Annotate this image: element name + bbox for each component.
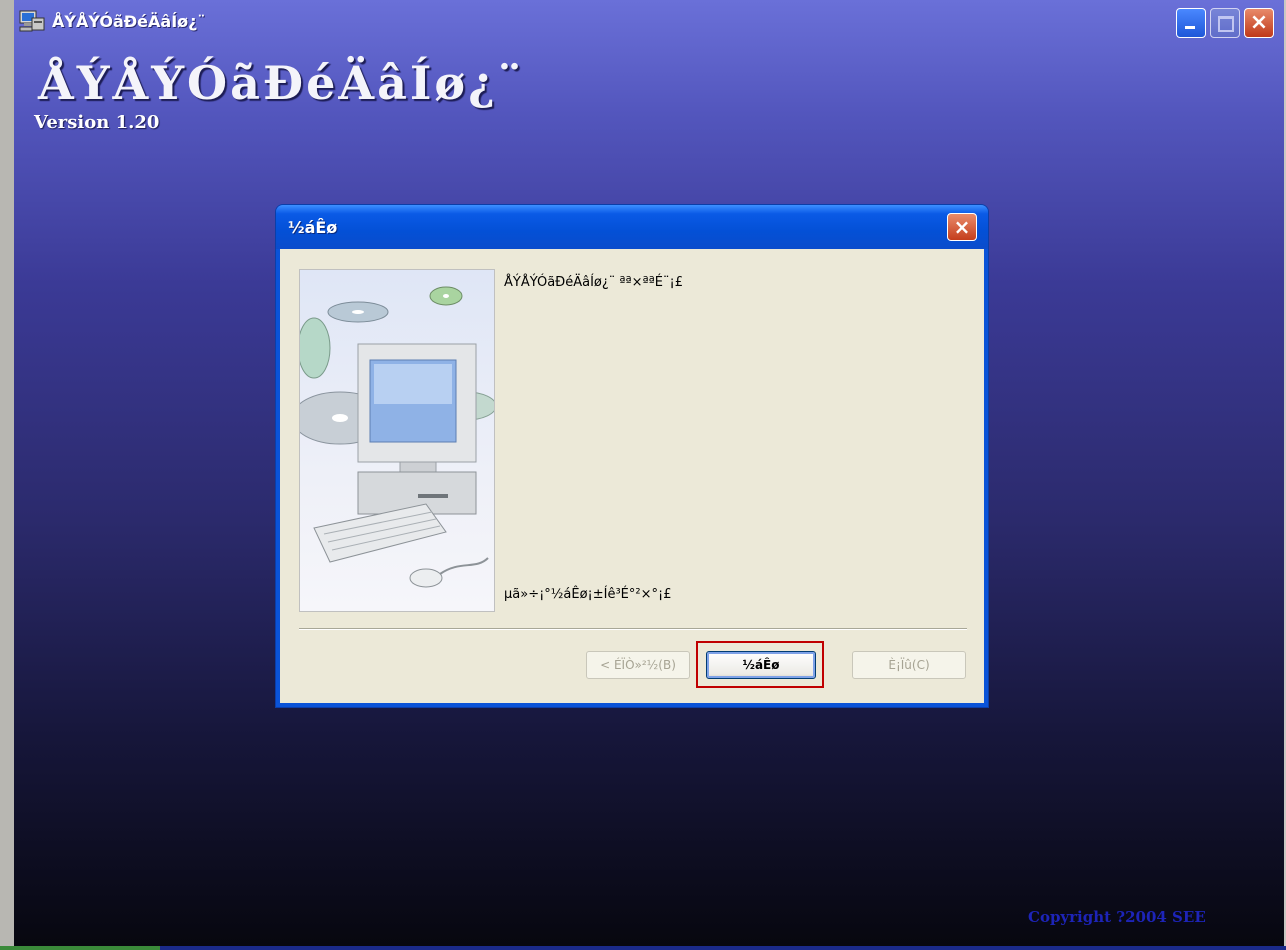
- maximize-button[interactable]: [1210, 8, 1240, 38]
- dialog-titlebar[interactable]: ½áÊø ×: [276, 205, 988, 249]
- finish-dialog: ½áÊø × ÅÝÅÝÓãÐéÄâÍø¿¨ ªª×ªªÉ¨¡£ µã»÷¡°½á…: [276, 205, 988, 707]
- dialog-body: ÅÝÅÝÓãÐéÄâÍø¿¨ ªª×ªªÉ¨¡£ µã»÷¡°½áÊø¡±Íê³…: [280, 249, 984, 703]
- cd-disc-icon: [429, 286, 463, 306]
- finish-button-highlight: [696, 641, 824, 688]
- cd-disc-icon: [327, 301, 389, 323]
- app-heading: ÅÝÅÝÓãÐéÄâÍø¿¨: [38, 56, 525, 110]
- dialog-separator: [299, 628, 967, 630]
- setup-computer-icon: [19, 10, 45, 32]
- version-label: Version 1.20: [34, 112, 160, 133]
- completion-message: ÅÝÅÝÓãÐéÄâÍø¿¨ ªª×ªªÉ¨¡£: [504, 275, 683, 290]
- cancel-button[interactable]: È¡Ïû(C): [852, 651, 966, 679]
- dialog-close-button[interactable]: ×: [947, 213, 977, 241]
- window-titlebar[interactable]: ÅÝÅÝÓãÐéÄâÍø¿¨ ×: [14, 0, 1284, 44]
- setup-illustration: [291, 269, 497, 612]
- close-button[interactable]: ×: [1244, 8, 1274, 38]
- copyright-text: Copyright ?2004 SEE: [1028, 908, 1206, 926]
- cd-disc-icon: [297, 317, 331, 379]
- minimize-button[interactable]: [1176, 8, 1206, 38]
- window-title: ÅÝÅÝÓãÐéÄâÍø¿¨: [52, 12, 206, 31]
- close-icon: ×: [953, 215, 971, 239]
- close-icon: ×: [1249, 10, 1269, 35]
- dialog-title: ½áÊø: [288, 218, 338, 237]
- back-button[interactable]: < ÉÏÒ»²½(B): [586, 651, 690, 679]
- computer-cd-illustration: [291, 286, 497, 588]
- taskbar-strip: [0, 946, 1286, 950]
- finish-instruction: µã»÷¡°½áÊø¡±Íê³É°²×°¡£: [504, 587, 672, 602]
